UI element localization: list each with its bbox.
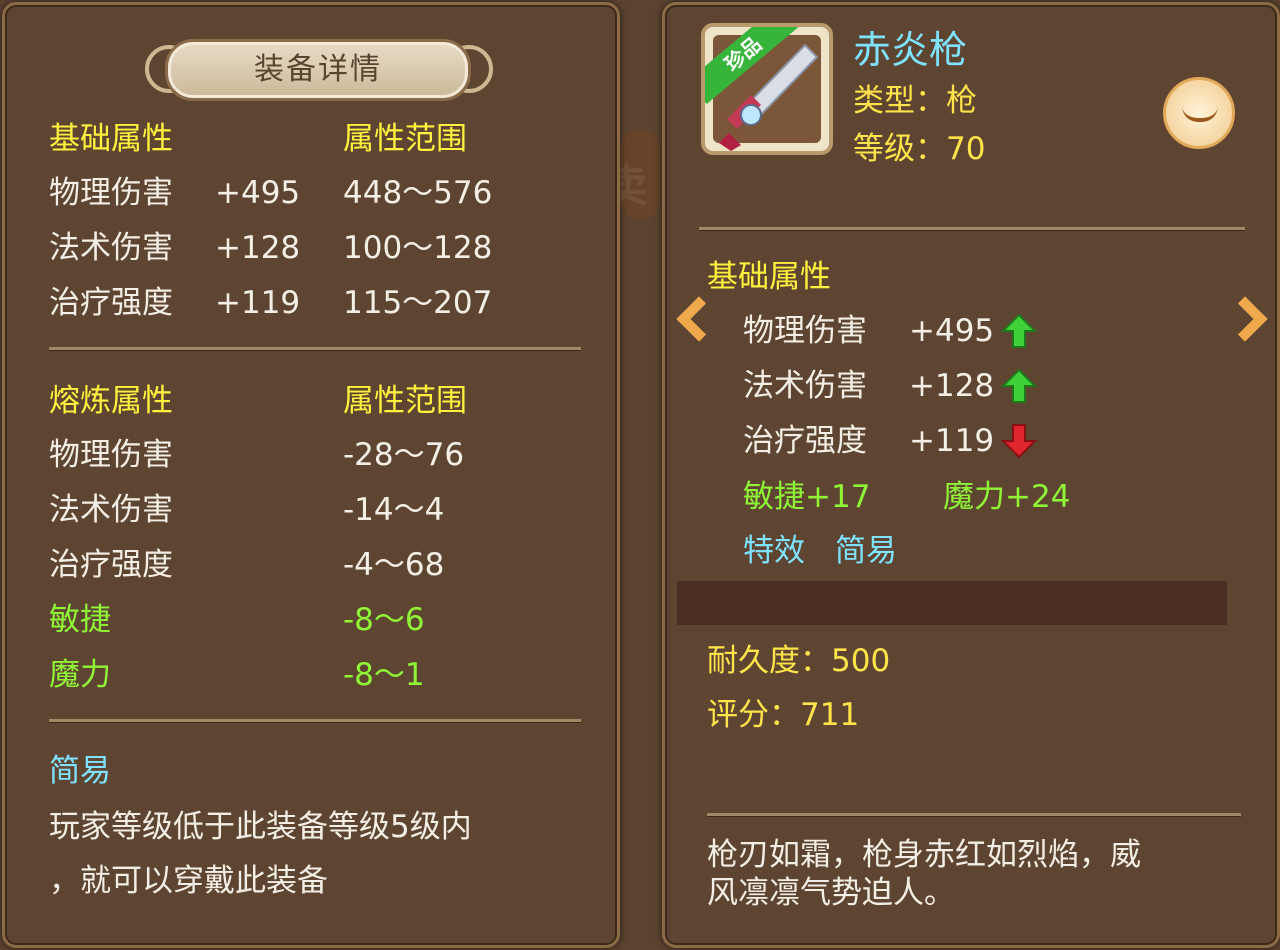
smelt-stat-name: 物理伤害 (49, 437, 173, 473)
bonus-magic: 魔力+24 (943, 479, 1071, 515)
stat-name: 治疗强度 (49, 285, 173, 321)
item-level: 等级：70 (853, 131, 986, 167)
smelt-stat-range: -8～6 (343, 602, 425, 638)
smelt-stat-name: 魔力 (49, 657, 111, 693)
stat-name: 法术伤害 (49, 230, 173, 266)
up-arrow-icon (1001, 313, 1037, 348)
effect-description: 玩家等级低于此装备等级5级内 (49, 809, 472, 845)
next-arrow-icon[interactable] (1222, 296, 1268, 342)
effect-name: 简易 (835, 533, 897, 569)
flavor-text: 风凛凛气势迫人。 (707, 875, 955, 911)
stat-name: 物理伤害 (49, 175, 173, 211)
stat-range: 448～576 (343, 175, 493, 211)
bonus-agility: 敏捷+17 (743, 479, 871, 515)
stat-value: +128 (909, 368, 995, 404)
smelt-stat-range: -14～4 (343, 492, 445, 528)
divider (699, 227, 1245, 230)
stat-name: 治疗强度 (743, 423, 867, 459)
effect-name: 简易 (49, 753, 111, 789)
smelt-range-header: 属性范围 (343, 383, 467, 419)
divider (49, 719, 581, 722)
stat-range: 115～207 (343, 285, 493, 321)
effect-description: ，就可以穿戴此装备 (49, 863, 328, 899)
smelt-stat-range: -8～1 (343, 657, 425, 693)
durability: 耐久度：500 (707, 643, 891, 679)
up-arrow-icon (1001, 368, 1037, 403)
divider (49, 347, 581, 350)
smelt-stat-range: -28～76 (343, 437, 465, 473)
stat-value: +119 (215, 285, 301, 321)
item-icon: 珍品 (701, 23, 833, 155)
score: 评分：711 (707, 697, 860, 733)
stat-name: 物理伤害 (743, 313, 867, 349)
item-info-panel: 珍品 赤炎枪 类型：枪 等级：70 基础属性 物理伤害 +495 法术伤害 +1… (662, 2, 1280, 948)
smelt-stat-range: -4～68 (343, 547, 445, 583)
item-name: 赤炎枪 (853, 28, 968, 72)
smelt-attr-header: 熔炼属性 (49, 383, 173, 419)
stat-value: +128 (215, 230, 301, 266)
smelt-stat-name: 治疗强度 (49, 547, 173, 583)
stat-value: +495 (215, 175, 301, 211)
stat-value: +495 (909, 313, 995, 349)
base-attr-header: 基础属性 (707, 259, 831, 295)
equipment-detail-panel: 装备详情 基础属性 属性范围 物理伤害 +495 448～576 法术伤害 +1… (2, 2, 620, 948)
smelt-stat-name: 法术伤害 (49, 492, 173, 528)
preview-eye-button[interactable] (1163, 77, 1235, 149)
base-range-header: 属性范围 (343, 121, 467, 157)
flavor-text: 枪刃如霜，枪身赤红如烈焰，威 (707, 837, 1141, 873)
smelt-stat-name: 敏捷 (49, 602, 111, 638)
divider (707, 813, 1241, 816)
item-type: 类型：枪 (853, 83, 977, 119)
empty-slot-bar (677, 581, 1227, 625)
stat-value: +119 (909, 423, 995, 459)
down-arrow-icon (1001, 424, 1037, 459)
stat-name: 法术伤害 (743, 368, 867, 404)
base-attr-header: 基础属性 (49, 121, 173, 157)
stat-range: 100～128 (343, 230, 493, 266)
effect-label: 特效 (743, 533, 805, 569)
prev-arrow-icon[interactable] (676, 296, 722, 342)
panel-title: 装备详情 (165, 39, 471, 101)
